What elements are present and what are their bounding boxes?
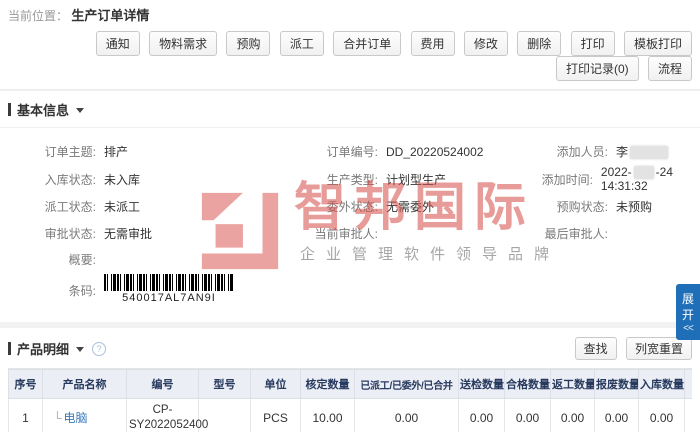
cell-inspect-qty: 0.00 xyxy=(458,398,505,432)
basic-info-title: 基本信息 xyxy=(17,103,70,118)
field-label: 概要: xyxy=(68,253,96,268)
added-time-value: 2022- -24 14:31:32 xyxy=(600,165,673,194)
dispatch-button[interactable]: 派工 xyxy=(279,31,324,56)
col-instock-qty: 入库数量 xyxy=(638,369,685,400)
basic-info-fields: 订单主题: 排产 订单编号: DD_20220524002 添加人员: 李 入库状态:… xyxy=(0,127,700,322)
col-unit: 单位 xyxy=(250,369,301,400)
field-label: 订单编号: xyxy=(326,145,378,159)
product-table-container: 序号 产品名称 编号 型号 单位 核定数量 已派工/已委外/已合并 送检数量 合… xyxy=(8,368,692,432)
added-by-value: 李 xyxy=(616,143,670,160)
action-toolbar: 通知 物料需求 预购 派工 合并订单 费用 修改 删除 打印 模板打印 打印记录… xyxy=(0,27,700,90)
barcode-image xyxy=(104,274,234,292)
cell-dispatched: 0.00 xyxy=(354,398,459,432)
col-seq: 序号 xyxy=(8,369,43,400)
basic-info-header: 基本信息 xyxy=(0,91,700,127)
cell-unit: PCS xyxy=(250,398,301,432)
expand-panel-tab[interactable]: 展开 << xyxy=(676,284,700,341)
product-link[interactable]: 电脑 xyxy=(64,411,88,425)
field-label: 条码: xyxy=(68,284,96,299)
redacted-text xyxy=(633,166,654,180)
help-icon[interactable]: ? xyxy=(92,341,107,356)
cell-seq: 1 xyxy=(8,398,43,432)
product-detail-header: 产品明细 ? 查找 列宽重置 xyxy=(0,328,700,369)
barcode-number: 540017AL7AN9I xyxy=(122,292,216,305)
product-detail-title: 产品明细 xyxy=(17,342,70,358)
col-number: 编号 xyxy=(126,369,199,400)
outsource-status-value: 无需委外 xyxy=(386,200,435,215)
col-scrap-qty: 报废数量 xyxy=(594,369,639,400)
product-detail-panel: 产品明细 ? 查找 列宽重置 序号 产品名称 编号 型号 单位 核定数量 已派工… xyxy=(0,328,700,432)
section-bar xyxy=(8,103,11,116)
order-number-value: DD_20220524002 xyxy=(386,144,484,159)
expense-button[interactable]: 费用 xyxy=(410,31,455,56)
cell-instock-qty: 0.00 xyxy=(638,398,685,432)
tree-branch-icon: └ xyxy=(53,411,62,426)
cell-filler xyxy=(684,398,692,432)
col-rework-qty: 返工数量 xyxy=(550,369,595,400)
field-label: 派工状态: xyxy=(44,200,96,215)
field-label: 委外状态: xyxy=(326,200,378,215)
production-type-value: 计划型生产 xyxy=(386,172,447,187)
print-record-button[interactable]: 打印记录(0) xyxy=(555,56,639,81)
workflow-button[interactable]: 流程 xyxy=(647,56,692,81)
notify-button[interactable]: 通知 xyxy=(95,31,140,56)
cell-approved-qty: 10.00 xyxy=(300,398,355,432)
col-product-name: 产品名称 xyxy=(42,369,127,400)
field-label: 当前审批人: xyxy=(314,227,378,242)
reset-column-width-button[interactable]: 列宽重置 xyxy=(625,337,692,361)
dispatch-status-value: 未派工 xyxy=(104,200,141,215)
col-inspect-qty: 送检数量 xyxy=(458,369,505,400)
field-label: 预购状态: xyxy=(556,200,608,215)
merge-order-button[interactable]: 合并订单 xyxy=(333,31,402,56)
product-table: 序号 产品名称 编号 型号 单位 核定数量 已派工/已委外/已合并 送检数量 合… xyxy=(8,369,692,432)
basic-info-panel: 基本信息 订单主题: 排产 订单编号: DD_20220524002 添加人员: 李 … xyxy=(0,90,700,341)
barcode: 540017AL7AN9I xyxy=(104,274,234,304)
col-dispatched: 已派工/已委外/已合并 xyxy=(354,369,459,400)
cell-rework-qty: 0.00 xyxy=(550,398,595,432)
prepurchase-status-value: 未预购 xyxy=(616,200,653,215)
collapse-arrow-icon[interactable] xyxy=(76,108,85,113)
print-button[interactable]: 打印 xyxy=(570,31,615,56)
double-chevron-left-icon: << xyxy=(683,323,694,335)
field-label: 入库状态: xyxy=(44,172,96,187)
field-label: 添加人员: xyxy=(556,145,608,159)
cell-scrap-qty: 0.00 xyxy=(594,398,639,432)
cell-product-name: └ 电脑 xyxy=(42,398,127,432)
section-bar xyxy=(8,342,11,356)
cell-number: CP- SY2022052400 xyxy=(126,398,208,432)
col-qualified-qty: 合格数量 xyxy=(504,369,551,400)
col-approved-qty: 核定数量 xyxy=(300,369,355,400)
stockin-status-value: 未入库 xyxy=(104,172,141,187)
page-title: 生产订单详情 xyxy=(71,8,150,23)
modify-button[interactable]: 修改 xyxy=(463,31,508,56)
material-demand-button[interactable]: 物料需求 xyxy=(149,31,218,56)
collapse-arrow-icon[interactable] xyxy=(76,347,85,353)
breadcrumb: 当前位置： 生产订单详情 xyxy=(0,0,700,27)
approval-status-value: 无需审批 xyxy=(104,227,153,242)
find-button[interactable]: 查找 xyxy=(574,337,617,361)
field-label: 生产类型: xyxy=(326,172,378,187)
pre-purchase-button[interactable]: 预购 xyxy=(226,31,271,56)
delete-button[interactable]: 删除 xyxy=(517,31,562,56)
table-header-row: 序号 产品名称 编号 型号 单位 核定数量 已派工/已委外/已合并 送检数量 合… xyxy=(8,369,692,400)
field-label: 审批状态: xyxy=(44,227,96,242)
field-label: 订单主题: xyxy=(44,145,96,159)
col-filler xyxy=(684,369,692,400)
cell-qualified-qty: 0.00 xyxy=(504,398,551,432)
field-label: 添加时间: xyxy=(541,172,593,187)
template-print-button[interactable]: 模板打印 xyxy=(623,31,692,56)
redacted-text xyxy=(630,146,669,160)
table-row: 1 └ 电脑 CP- SY2022052400 PCS 10.00 0.00 0.… xyxy=(8,398,692,432)
expand-label: 展开 xyxy=(681,292,694,323)
breadcrumb-prefix: 当前位置： xyxy=(8,9,69,23)
col-model: 型号 xyxy=(198,369,251,400)
order-subject-value: 排产 xyxy=(104,145,129,159)
field-label: 最后审批人: xyxy=(544,227,608,242)
